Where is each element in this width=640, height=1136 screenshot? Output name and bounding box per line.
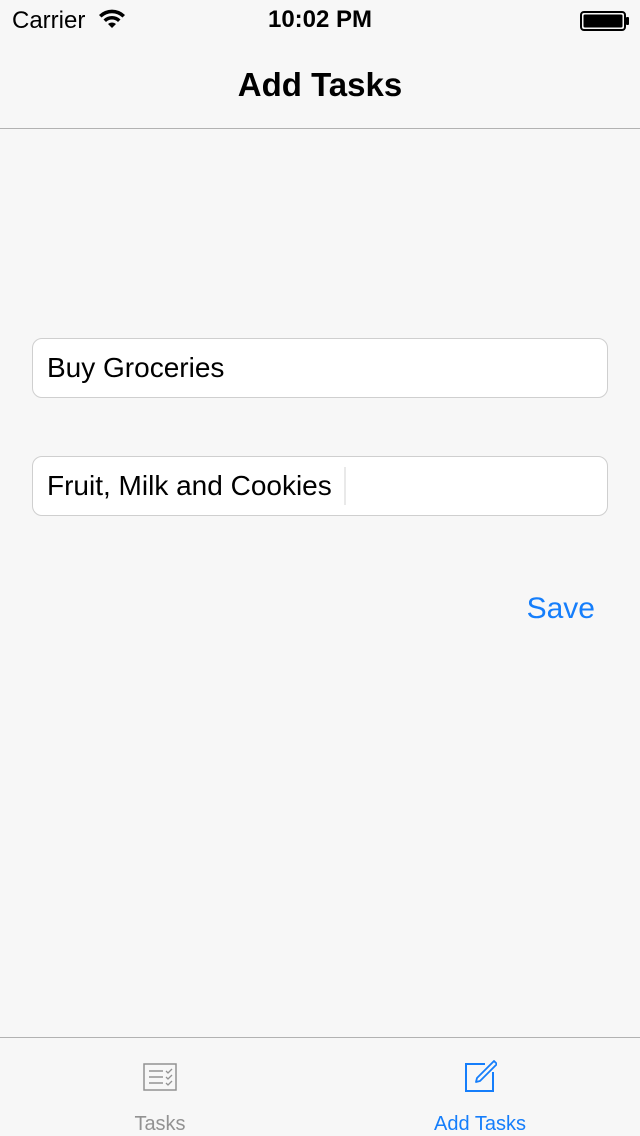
page-title: Add Tasks bbox=[237, 66, 403, 103]
task-name-value: Buy Groceries bbox=[47, 352, 225, 383]
task-name-field[interactable]: Buy Groceries bbox=[32, 338, 608, 398]
task-description-field[interactable]: Fruit, Milk and Cookies bbox=[32, 456, 608, 516]
status-bar: Carrier 10:02 PM bbox=[0, 0, 640, 40]
save-button[interactable]: Save bbox=[527, 592, 595, 626]
tab-tasks-label: Tasks bbox=[134, 1113, 186, 1135]
tab-bar: Tasks Add Tasks bbox=[0, 1037, 640, 1136]
tab-add-tasks-label: Add Tasks bbox=[434, 1113, 526, 1135]
add-tasks-screen: Carrier 10:02 PM Add Tasks Buy Groceries… bbox=[0, 0, 640, 1136]
list-icon bbox=[143, 1063, 177, 1091]
battery-icon bbox=[580, 11, 629, 31]
tab-add-tasks[interactable]: Add Tasks bbox=[320, 1038, 640, 1136]
text-cursor bbox=[344, 467, 346, 505]
compose-icon bbox=[465, 1060, 497, 1092]
status-time: 10:02 PM bbox=[267, 6, 373, 33]
navigation-bar: Add Tasks bbox=[0, 40, 640, 129]
tab-tasks[interactable]: Tasks bbox=[0, 1038, 320, 1136]
task-description-value: Fruit, Milk and Cookies bbox=[47, 470, 332, 501]
